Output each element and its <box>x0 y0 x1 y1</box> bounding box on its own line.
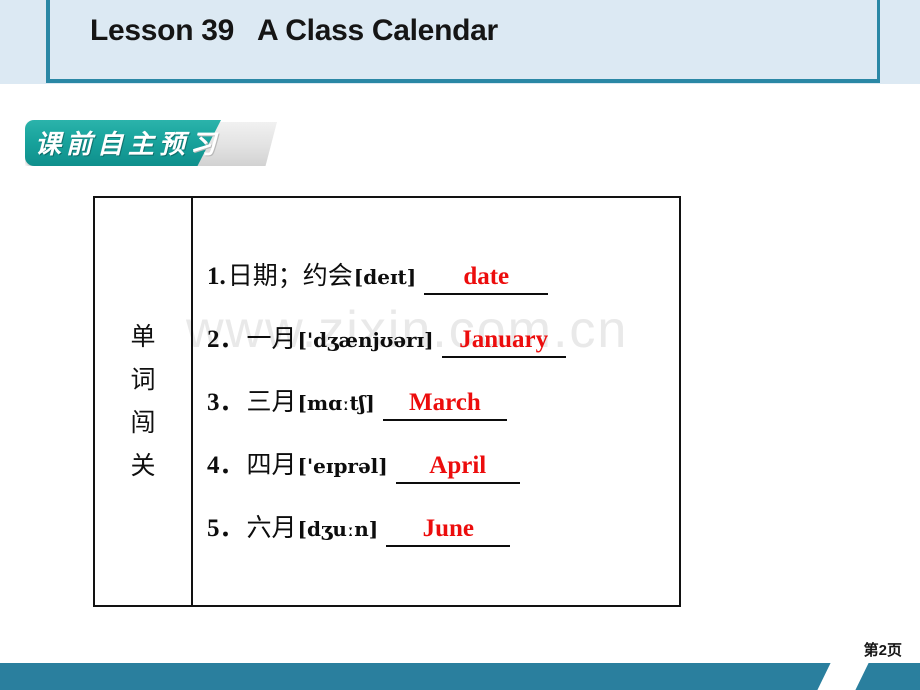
table-row-label-cell: 单 词 闯 关 <box>95 198 193 605</box>
item-number: 5． <box>207 515 245 542</box>
page-title: Lesson 39 A Class Calendar <box>90 14 498 47</box>
table-row: 4． 四月 ['eɪprəl] April <box>207 445 520 484</box>
item-chinese: 日期；约会 <box>227 263 353 290</box>
item-number: 4． <box>207 452 245 479</box>
item-chinese: 四月 <box>246 452 297 479</box>
table-row: 3． 三月 [mɑːtʃ] March <box>207 382 507 421</box>
item-phonetic: ['eɪprəl] <box>297 454 388 478</box>
table-row: 2． 一月 ['dʒænjʊərɪ] January <box>207 319 566 358</box>
answer-blank[interactable]: June <box>386 514 511 547</box>
footer-notch <box>817 663 869 690</box>
item-phonetic: [dʒuːn] <box>297 517 379 541</box>
item-chinese: 三月 <box>246 389 297 416</box>
item-number: 1. <box>207 263 226 290</box>
answer-blank[interactable]: April <box>395 451 520 484</box>
answer-blank[interactable]: date <box>424 262 549 295</box>
item-number: 3． <box>207 389 245 416</box>
item-phonetic: ['dʒænjʊərɪ] <box>297 328 434 352</box>
vertical-section-label: 单 词 闯 关 <box>130 323 156 480</box>
table-row: 5． 六月 [dʒuːn] June <box>207 508 511 547</box>
answer-text: January <box>459 326 549 353</box>
answer-text: March <box>408 389 481 416</box>
section-banner-label-main: 课前自主预 <box>35 130 191 159</box>
page-number: 第2页 <box>863 642 902 659</box>
item-phonetic: [deɪt] <box>353 265 417 289</box>
answer-text: June <box>422 515 474 542</box>
section-banner-label: 课前自主预习 <box>35 124 275 161</box>
item-phonetic: [mɑːtʃ] <box>297 391 375 415</box>
answer-blank[interactable]: January <box>441 325 566 358</box>
table-row: 1. 日期；约会 [deɪt] date <box>207 256 549 295</box>
answer-blank[interactable]: March <box>382 388 507 421</box>
item-chinese: 一月 <box>246 326 297 353</box>
section-banner-label-tail: 习 <box>190 130 222 159</box>
answer-text: date <box>463 263 510 290</box>
item-chinese: 六月 <box>246 515 297 542</box>
item-number: 2． <box>207 326 245 353</box>
answer-text: April <box>429 452 487 479</box>
vocabulary-table: 单 词 闯 关 1. 日期；约会 [deɪt] date 2． 一月 ['dʒæ… <box>93 196 681 607</box>
table-items-cell: 1. 日期；约会 [deɪt] date 2． 一月 ['dʒænjʊərɪ] … <box>193 198 679 605</box>
footer-bar <box>0 663 920 690</box>
